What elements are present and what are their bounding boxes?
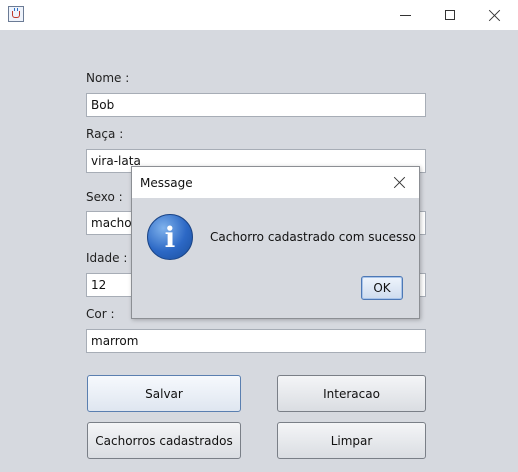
message-dialog: Message i Cachorro cadastrado com sucess…	[131, 166, 420, 319]
dialog-close-icon[interactable]	[394, 176, 406, 188]
idade-label: Idade :	[86, 251, 128, 265]
window-titlebar	[0, 0, 518, 30]
cachorros-cadastrados-button[interactable]: Cachorros cadastrados	[87, 422, 241, 459]
salvar-button[interactable]: Salvar	[87, 375, 241, 412]
minimize-icon	[399, 14, 411, 16]
close-icon	[489, 9, 501, 21]
interacao-button[interactable]: Interacao	[277, 375, 426, 412]
ok-button[interactable]: OK	[361, 276, 403, 300]
minimize-button[interactable]	[382, 0, 428, 30]
java-app-icon	[8, 6, 24, 22]
dialog-title: Message	[140, 176, 193, 190]
maximize-icon	[445, 10, 455, 20]
sexo-label: Sexo :	[86, 190, 123, 204]
dialog-message: Cachorro cadastrado com sucesso	[210, 230, 416, 244]
cor-label: Cor :	[86, 307, 115, 321]
nome-field[interactable]	[86, 93, 426, 117]
information-icon: i	[147, 214, 193, 260]
nome-label: Nome :	[86, 71, 130, 85]
dialog-titlebar: Message	[132, 167, 419, 198]
limpar-button[interactable]: Limpar	[277, 422, 426, 459]
cor-field[interactable]	[86, 329, 426, 353]
close-button[interactable]	[472, 0, 518, 30]
information-icon-glyph: i	[164, 220, 176, 254]
maximize-button[interactable]	[427, 0, 473, 30]
raca-label: Raça :	[86, 127, 124, 141]
